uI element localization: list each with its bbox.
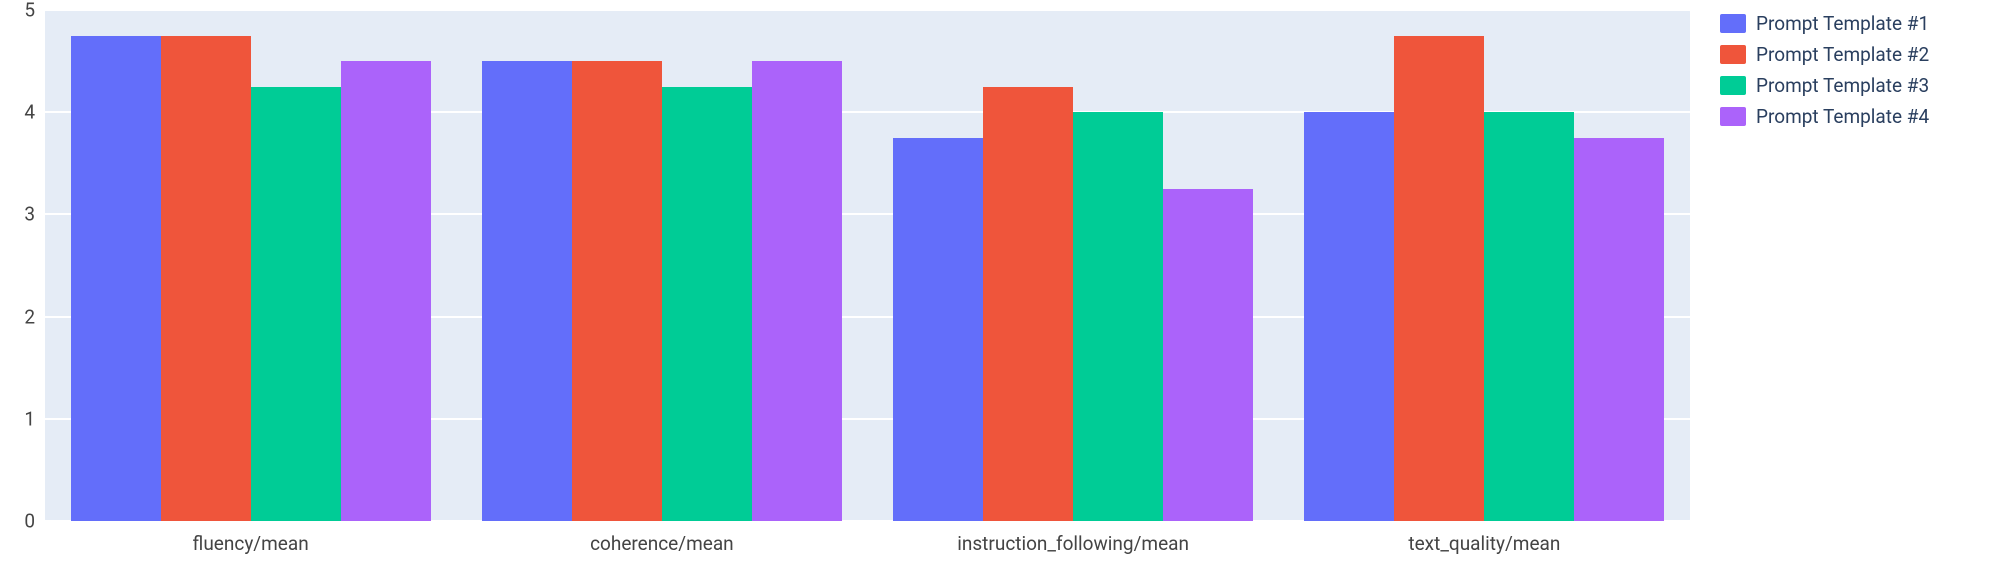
x-tick-label: instruction_following/mean bbox=[957, 532, 1189, 555]
bar[interactable] bbox=[341, 10, 431, 521]
bar-fill bbox=[341, 61, 431, 521]
bars-layer: fluency/meancoherence/meaninstruction_fo… bbox=[45, 10, 1690, 521]
legend-item[interactable]: Prompt Template #1 bbox=[1720, 10, 2000, 37]
bar[interactable] bbox=[752, 10, 842, 521]
legend-swatch bbox=[1720, 14, 1746, 33]
y-tick-label: 0 bbox=[24, 510, 35, 533]
plot-area: 012345fluency/meancoherence/meaninstruct… bbox=[45, 10, 1690, 521]
bar-fill bbox=[752, 61, 842, 521]
bar[interactable] bbox=[1073, 10, 1163, 521]
bar[interactable] bbox=[482, 10, 572, 521]
bar-fill bbox=[1304, 112, 1394, 521]
bar-fill bbox=[161, 36, 251, 521]
bar-fill bbox=[1163, 189, 1253, 521]
y-tick-label: 3 bbox=[24, 203, 35, 226]
legend-item[interactable]: Prompt Template #4 bbox=[1720, 103, 2000, 130]
bar-group: instruction_following/mean bbox=[868, 10, 1279, 521]
bar[interactable] bbox=[1163, 10, 1253, 521]
bar[interactable] bbox=[1484, 10, 1574, 521]
y-tick-label: 5 bbox=[24, 0, 35, 22]
legend-swatch bbox=[1720, 107, 1746, 126]
bar[interactable] bbox=[1394, 10, 1484, 521]
bar-fill bbox=[71, 36, 161, 521]
y-tick-label: 4 bbox=[24, 101, 35, 124]
y-tick-label: 2 bbox=[24, 305, 35, 328]
y-tick-label: 1 bbox=[24, 407, 35, 430]
bar-fill bbox=[1574, 138, 1664, 521]
bar[interactable] bbox=[983, 10, 1073, 521]
x-tick-label: fluency/mean bbox=[193, 532, 309, 555]
legend: Prompt Template #1 Prompt Template #2 Prom… bbox=[1710, 0, 2010, 566]
bar-group: coherence/mean bbox=[456, 10, 867, 521]
bar[interactable] bbox=[662, 10, 752, 521]
legend-swatch bbox=[1720, 76, 1746, 95]
bar-group: fluency/mean bbox=[45, 10, 456, 521]
bar[interactable] bbox=[251, 10, 341, 521]
bar-fill bbox=[251, 87, 341, 521]
legend-label: Prompt Template #1 bbox=[1756, 12, 1929, 35]
bar-fill bbox=[983, 87, 1073, 521]
bar[interactable] bbox=[71, 10, 161, 521]
bar-fill bbox=[662, 87, 752, 521]
legend-item[interactable]: Prompt Template #3 bbox=[1720, 72, 2000, 99]
legend-label: Prompt Template #3 bbox=[1756, 74, 1929, 97]
legend-item[interactable]: Prompt Template #2 bbox=[1720, 41, 2000, 68]
legend-swatch bbox=[1720, 45, 1746, 64]
bar[interactable] bbox=[572, 10, 662, 521]
chart-container: 012345fluency/meancoherence/meaninstruct… bbox=[0, 0, 2010, 566]
bar[interactable] bbox=[1574, 10, 1664, 521]
bar-group: text_quality/mean bbox=[1279, 10, 1690, 521]
legend-label: Prompt Template #4 bbox=[1756, 105, 1929, 128]
bar-fill bbox=[572, 61, 662, 521]
bar-fill bbox=[482, 61, 572, 521]
bar[interactable] bbox=[1304, 10, 1394, 521]
legend-label: Prompt Template #2 bbox=[1756, 43, 1929, 66]
bar[interactable] bbox=[161, 10, 251, 521]
bar-fill bbox=[1073, 112, 1163, 521]
bar-fill bbox=[893, 138, 983, 521]
plot-frame: 012345fluency/meancoherence/meaninstruct… bbox=[0, 0, 1710, 566]
x-tick-label: coherence/mean bbox=[590, 532, 734, 555]
bar[interactable] bbox=[893, 10, 983, 521]
bar-fill bbox=[1484, 112, 1574, 521]
bar-fill bbox=[1394, 36, 1484, 521]
x-tick-label: text_quality/mean bbox=[1408, 532, 1560, 555]
